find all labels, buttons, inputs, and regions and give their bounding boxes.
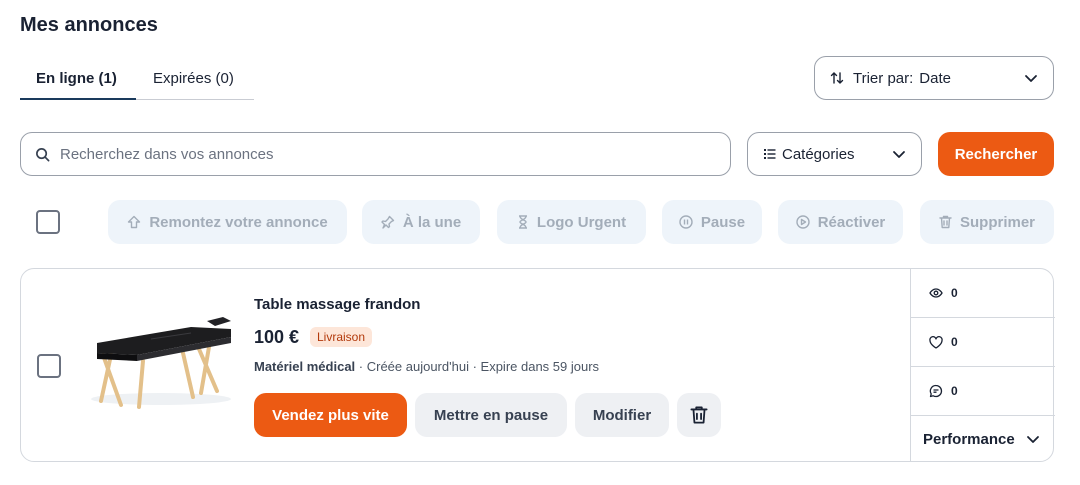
sort-label: Trier par:	[853, 69, 914, 87]
categories-dropdown[interactable]: Catégories	[747, 132, 922, 176]
heart-icon	[929, 335, 943, 349]
delivery-badge: Livraison	[310, 327, 373, 347]
hourglass-icon	[518, 215, 527, 229]
meta-separator: ·	[472, 359, 481, 374]
tab-expired[interactable]: Expirées (0)	[153, 70, 234, 87]
chat-bubble-icon	[929, 384, 943, 398]
search-input[interactable]	[60, 145, 680, 163]
sort-arrows-icon	[830, 72, 844, 84]
page-title: Mes annonces	[20, 14, 158, 36]
bulk-urgent-label: Logo Urgent	[536, 213, 627, 231]
trash-icon	[939, 215, 952, 229]
views-stat: 0	[911, 269, 1055, 318]
trash-icon	[690, 406, 708, 424]
arrow-up-icon	[128, 215, 141, 229]
listing-meta: Matériel médical · Créée aujourd'hui · E…	[254, 359, 599, 374]
chevron-down-icon	[1026, 436, 1039, 443]
search-field	[20, 132, 731, 176]
favorites-stat: 0	[911, 318, 1055, 367]
bulk-feature-label: À la une	[402, 213, 462, 231]
listing-price: 100 €	[254, 327, 300, 347]
bulk-delete-button: Supprimer	[920, 200, 1054, 244]
list-icon	[764, 149, 776, 159]
chevron-down-icon	[893, 151, 905, 158]
listing-expires: Expire dans 59 jours	[480, 359, 600, 374]
pin-icon	[381, 215, 395, 229]
views-count: 0	[951, 286, 958, 300]
listing-stats: 0 0 0 Performance	[910, 269, 1055, 461]
eye-icon	[929, 288, 943, 298]
favorites-count: 0	[951, 335, 958, 349]
categories-label: Catégories	[782, 145, 855, 163]
listing-checkbox[interactable]	[37, 354, 61, 378]
bulk-pause-label: Pause	[700, 213, 746, 231]
sell-faster-button[interactable]: Vendez plus vite	[254, 393, 407, 437]
edit-listing-button[interactable]: Modifier	[575, 393, 669, 437]
listing-created: Créée aujourd'hui	[366, 359, 469, 374]
listing-thumbnail[interactable]	[81, 293, 235, 409]
messages-count: 0	[951, 384, 958, 398]
listing-tabs: En ligne (1) Expirées (0)	[20, 62, 254, 100]
pause-listing-button[interactable]: Mettre en pause	[415, 393, 567, 437]
tab-online[interactable]: En ligne (1)	[36, 70, 117, 87]
listing-card: Table massage frandon 100 € Livraison Ma…	[20, 268, 1055, 462]
pause-icon	[679, 215, 693, 229]
bulk-urgent-button: Logo Urgent	[497, 200, 646, 244]
bulk-bump-button: Remontez votre annonce	[108, 200, 347, 244]
active-tab-indicator	[20, 98, 136, 100]
search-icon	[36, 147, 50, 161]
bulk-pause-button: Pause	[662, 200, 762, 244]
bulk-bump-label: Remontez votre annonce	[149, 213, 328, 231]
sort-dropdown[interactable]: Trier par: Date	[814, 56, 1054, 100]
play-icon	[796, 215, 810, 229]
listing-title[interactable]: Table massage frandon	[254, 296, 420, 313]
bulk-feature-button: À la une	[362, 200, 480, 244]
chevron-down-icon	[1025, 75, 1037, 82]
performance-label: Performance	[923, 430, 1015, 448]
performance-toggle[interactable]: Performance	[911, 417, 1055, 461]
meta-separator: ·	[358, 359, 367, 374]
messages-stat: 0	[911, 367, 1055, 416]
bulk-delete-label: Supprimer	[959, 213, 1035, 231]
delete-listing-button[interactable]	[677, 393, 721, 437]
bulk-reactivate-label: Réactiver	[817, 213, 886, 231]
bulk-reactivate-button: Réactiver	[778, 200, 903, 244]
sort-value: Date	[919, 69, 951, 87]
search-button[interactable]: Rechercher	[938, 132, 1054, 176]
listing-category: Matériel médical	[254, 359, 356, 374]
select-all-checkbox[interactable]	[36, 210, 60, 234]
